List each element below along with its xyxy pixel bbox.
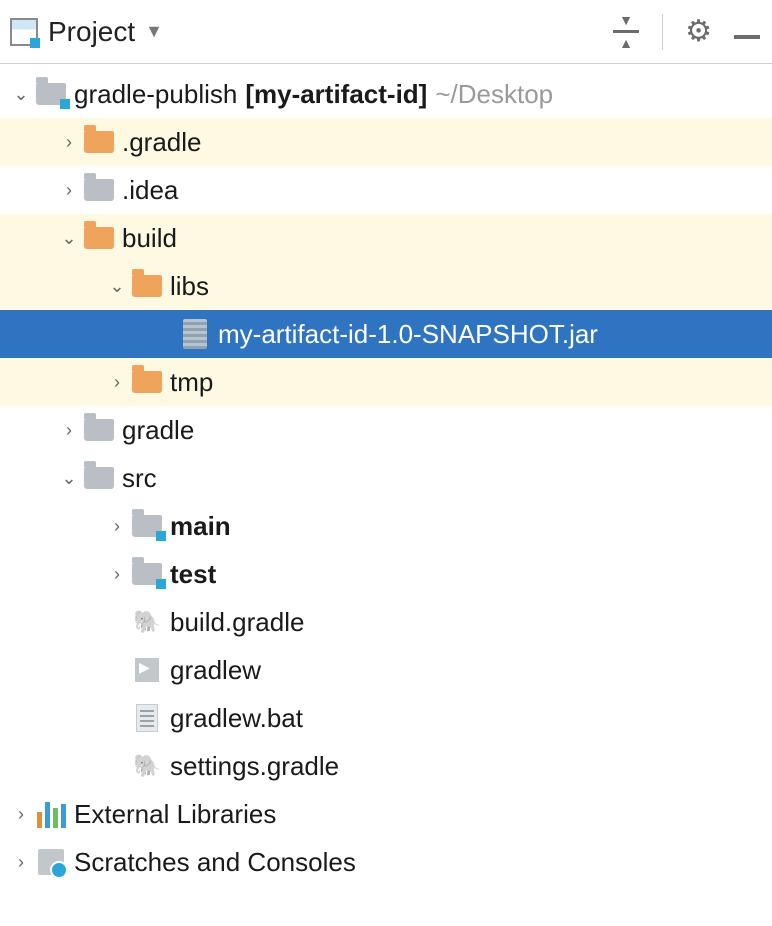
expand-toggle[interactable]: › xyxy=(8,804,34,825)
item-label: gradle xyxy=(122,415,194,446)
expand-toggle[interactable]: ⌄ xyxy=(104,276,130,297)
jar-icon xyxy=(178,319,212,349)
gradle-file-icon: 🐘 xyxy=(130,609,164,635)
expand-toggle[interactable]: ⌄ xyxy=(56,228,82,249)
item-label: build.gradle xyxy=(170,607,304,638)
item-label: src xyxy=(122,463,157,494)
module-folder-icon xyxy=(130,515,164,537)
tree-row-test[interactable]: › test xyxy=(0,550,772,598)
tree-row-main[interactable]: › main xyxy=(0,502,772,550)
tree-row-gradlew-bat[interactable]: › gradlew.bat xyxy=(0,694,772,742)
tree-row-build[interactable]: ⌄ build xyxy=(0,214,772,262)
tree-row-gradlew[interactable]: › gradlew xyxy=(0,646,772,694)
item-label: main xyxy=(170,511,231,542)
module-folder-icon xyxy=(130,563,164,585)
chevron-down-icon[interactable]: ▼ xyxy=(145,21,163,42)
item-label: Scratches and Consoles xyxy=(74,847,356,878)
tree-row-external-libraries[interactable]: › External Libraries xyxy=(0,790,772,838)
folder-icon xyxy=(82,467,116,489)
header-title-area[interactable]: Project ▼ xyxy=(10,16,604,48)
item-label: settings.gradle xyxy=(170,751,339,782)
hide-icon[interactable] xyxy=(734,35,760,39)
expand-toggle[interactable]: ⌄ xyxy=(56,468,82,489)
expand-toggle[interactable]: › xyxy=(104,516,130,537)
tool-window-header: Project ▼ ▼▲ ⚙ xyxy=(0,0,772,64)
folder-icon xyxy=(130,371,164,393)
tree-row-build-gradle[interactable]: › 🐘 build.gradle xyxy=(0,598,772,646)
item-label: .gradle xyxy=(122,127,202,158)
item-label: gradlew.bat xyxy=(170,703,303,734)
folder-icon xyxy=(130,275,164,297)
project-tree[interactable]: ⌄ gradle-publish [my-artifact-id] ~/Desk… xyxy=(0,64,772,886)
tree-row-scratches[interactable]: › Scratches and Consoles xyxy=(0,838,772,886)
item-label: tmp xyxy=(170,367,213,398)
tree-row-idea[interactable]: › .idea xyxy=(0,166,772,214)
library-icon xyxy=(34,800,68,828)
item-label: gradlew xyxy=(170,655,261,686)
project-name: gradle-publish xyxy=(74,79,237,110)
item-label: build xyxy=(122,223,177,254)
gradle-file-icon: 🐘 xyxy=(130,753,164,779)
gear-icon[interactable]: ⚙ xyxy=(685,14,712,49)
tree-row-src[interactable]: ⌄ src xyxy=(0,454,772,502)
tree-row-gradle-dir[interactable]: › .gradle xyxy=(0,118,772,166)
module-folder-icon xyxy=(34,83,68,105)
tree-row-settings-gradle[interactable]: › 🐘 settings.gradle xyxy=(0,742,772,790)
project-view-icon xyxy=(10,18,38,46)
expand-toggle[interactable]: › xyxy=(56,132,82,153)
text-file-icon xyxy=(130,704,164,732)
item-label: my-artifact-id-1.0-SNAPSHOT.jar xyxy=(218,319,598,350)
expand-toggle[interactable]: › xyxy=(56,180,82,201)
tree-row-project-root[interactable]: ⌄ gradle-publish [my-artifact-id] ~/Desk… xyxy=(0,70,772,118)
folder-icon xyxy=(82,179,116,201)
tree-row-gradle[interactable]: › gradle xyxy=(0,406,772,454)
header-actions: ▼▲ ⚙ xyxy=(612,13,762,50)
folder-icon xyxy=(82,227,116,249)
header-title: Project xyxy=(48,16,135,48)
folder-icon xyxy=(82,419,116,441)
project-path: ~/Desktop xyxy=(435,79,553,110)
divider xyxy=(662,14,663,50)
expand-toggle[interactable]: › xyxy=(104,372,130,393)
tree-row-libs[interactable]: ⌄ libs xyxy=(0,262,772,310)
item-label: .idea xyxy=(122,175,178,206)
item-label: libs xyxy=(170,271,209,302)
collapse-all-icon[interactable]: ▼▲ xyxy=(612,13,640,50)
expand-toggle[interactable]: › xyxy=(8,852,34,873)
tree-row-tmp[interactable]: › tmp xyxy=(0,358,772,406)
scratches-icon xyxy=(34,849,68,875)
expand-toggle[interactable]: ⌄ xyxy=(8,84,34,105)
item-label: External Libraries xyxy=(74,799,276,830)
expand-toggle[interactable]: › xyxy=(104,564,130,585)
folder-icon xyxy=(82,131,116,153)
tree-row-jar[interactable]: › my-artifact-id-1.0-SNAPSHOT.jar xyxy=(0,310,772,358)
item-label: test xyxy=(170,559,216,590)
project-artifact: [my-artifact-id] xyxy=(245,79,427,110)
expand-toggle[interactable]: › xyxy=(56,420,82,441)
executable-file-icon xyxy=(130,658,164,682)
